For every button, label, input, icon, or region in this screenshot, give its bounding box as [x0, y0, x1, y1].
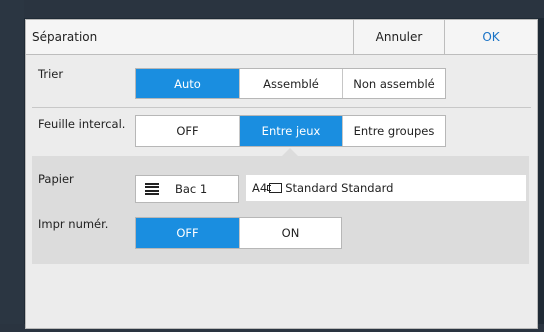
separator-option-off[interactable]: OFF: [136, 116, 240, 146]
tray-select-button[interactable]: Bac 1: [135, 175, 239, 203]
cancel-button[interactable]: Annuler: [353, 20, 444, 54]
numbering-option-on[interactable]: ON: [240, 218, 341, 248]
separation-dialog: Séparation Annuler OK Trier Auto Assembl…: [25, 19, 538, 329]
sort-option-uncollated[interactable]: Non assemblé: [343, 69, 445, 98]
sort-label: Trier: [38, 67, 64, 81]
separator-option-between-sets[interactable]: Entre jeux: [240, 116, 343, 146]
separator-segmented-control: OFF Entre jeux Entre groupes: [135, 115, 446, 147]
tray-label: Bac 1: [175, 182, 208, 196]
dialog-titlebar: Séparation Annuler OK: [26, 20, 537, 55]
numbering-label: Impr numér.: [38, 217, 109, 231]
background-app-sidebar: [0, 0, 24, 332]
paper-orientation-icon: [267, 183, 283, 193]
sort-segmented-control: Auto Assemblé Non assemblé: [135, 68, 446, 99]
sort-option-collated[interactable]: Assemblé: [240, 69, 343, 98]
paper-type: Standard Standard: [285, 181, 394, 195]
tray-icon: [145, 183, 159, 195]
separator-sheet-label: Feuille intercal.: [38, 117, 126, 131]
paper-size: A4: [252, 181, 268, 195]
separator-option-between-groups[interactable]: Entre groupes: [343, 116, 445, 146]
divider: [32, 107, 531, 108]
numbering-segmented-control: OFF ON: [135, 217, 342, 249]
paper-info-field: A4 Standard Standard: [246, 175, 526, 201]
background-app-strip: [0, 0, 544, 18]
sort-option-auto[interactable]: Auto: [136, 69, 240, 98]
numbering-option-off[interactable]: OFF: [136, 218, 240, 248]
paper-label: Papier: [38, 172, 74, 186]
panel-pointer: [282, 148, 298, 156]
dialog-title: Séparation: [32, 30, 98, 44]
ok-button[interactable]: OK: [444, 20, 537, 54]
